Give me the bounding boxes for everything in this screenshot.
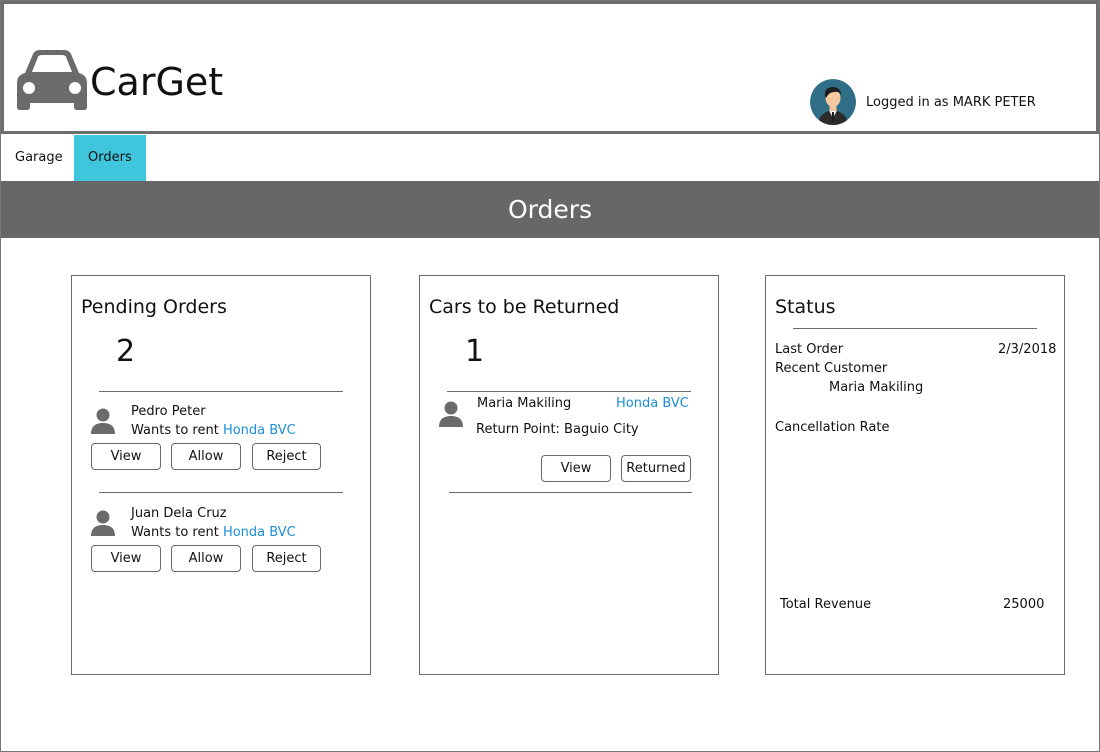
cars-to-return-count: 1 — [465, 334, 485, 369]
cars-to-return-title: Cars to be Returned — [429, 296, 620, 318]
reject-button[interactable]: Reject — [252, 545, 321, 572]
total-revenue-label: Total Revenue — [780, 597, 872, 612]
view-button[interactable]: View — [91, 443, 161, 470]
recent-customer-value: Maria Makiling — [829, 380, 924, 395]
pending-orders-count: 2 — [116, 334, 136, 369]
last-order-label: Last Order — [775, 342, 844, 357]
allow-button[interactable]: Allow — [171, 545, 241, 572]
tab-orders[interactable]: Orders — [74, 135, 146, 181]
order-description: Wants to rent Honda BVC — [131, 524, 296, 542]
tab-garage[interactable]: Garage — [1, 135, 74, 181]
recent-customer-label: Recent Customer — [775, 361, 888, 376]
view-button[interactable]: View — [541, 455, 611, 482]
divider — [449, 492, 692, 493]
last-order-value: 2/3/2018 — [998, 342, 1057, 357]
car-link[interactable]: Honda BVC — [223, 525, 296, 540]
wants-to-rent-label: Wants to rent — [131, 525, 219, 540]
car-link[interactable]: Honda BVC — [223, 423, 296, 438]
order-description: Wants to rent Honda BVC — [131, 422, 296, 440]
view-button[interactable]: View — [91, 545, 161, 572]
pending-orders-title: Pending Orders — [81, 296, 227, 318]
pending-orders-card: Pending Orders 2 Pedro Peter Wants to re… — [71, 275, 371, 675]
person-icon — [439, 401, 463, 427]
avatar-icon — [810, 79, 856, 125]
cancellation-rate-label: Cancellation Rate — [775, 420, 890, 435]
page-banner: Orders — [1, 181, 1099, 238]
nav-tabs: Garage Orders — [1, 135, 1099, 181]
cars-to-return-card: Cars to be Returned 1 Maria Makiling Hon… — [419, 275, 719, 675]
returned-button[interactable]: Returned — [621, 455, 691, 482]
app-title: CarGet — [90, 60, 224, 104]
order-customer-name: Juan Dela Cruz — [131, 506, 227, 521]
page-title: Orders — [507, 195, 593, 224]
status-card: Status Last Order 2/3/2018 Recent Custom… — [765, 275, 1065, 675]
status-title: Status — [775, 296, 836, 318]
car-link[interactable]: Honda BVC — [616, 395, 689, 413]
divider — [793, 328, 1037, 329]
header: CarGet Logged in as MARK PETER — [1, 1, 1099, 134]
logged-in-label: Logged in as MARK PETER — [866, 95, 1036, 110]
total-revenue-value: 25000 — [1003, 597, 1045, 612]
divider — [447, 391, 691, 392]
order-customer-name: Pedro Peter — [131, 404, 206, 419]
return-customer-name: Maria Makiling — [477, 396, 572, 411]
allow-button[interactable]: Allow — [171, 443, 241, 470]
divider — [99, 492, 343, 493]
divider — [99, 391, 343, 392]
person-icon — [91, 408, 115, 434]
car-icon — [17, 50, 87, 110]
reject-button[interactable]: Reject — [252, 443, 321, 470]
user-avatar[interactable] — [810, 79, 856, 125]
person-icon — [91, 510, 115, 536]
return-point: Return Point: Baguio City — [476, 422, 639, 437]
wants-to-rent-label: Wants to rent — [131, 423, 219, 438]
